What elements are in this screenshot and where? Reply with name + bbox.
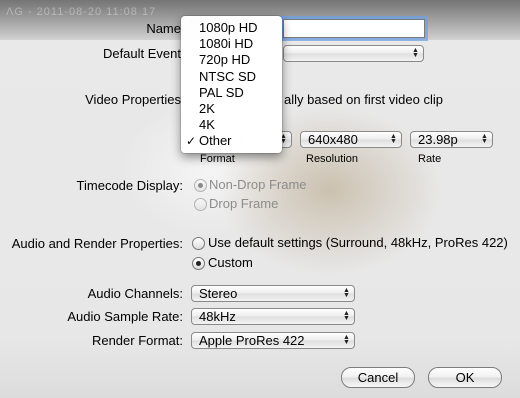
render-format-popup[interactable]: Apple ProRes 422 ▲ ▼ [191,332,355,349]
menu-item-label: 720p HD [199,52,251,68]
resolution-value: 640x480 [308,132,358,147]
resolution-caption: Resolution [306,153,358,165]
cancel-button[interactable]: Cancel [341,367,415,388]
audio-sample-rate-value: 48kHz [199,309,236,324]
chevron-updown-icon: ▲ ▼ [390,133,397,145]
video-properties-label: Video Properties [85,92,181,107]
menu-item-1080p-hd[interactable]: 1080p HD [181,20,282,36]
name-field[interactable] [283,19,425,38]
menu-item-other[interactable]: ✓ Other [181,133,282,149]
menu-item-4k[interactable]: 4K [181,117,282,133]
name-label: Name [146,21,181,36]
audio-render-properties-label: Audio and Render Properties: [11,236,183,251]
custom-label: Custom [208,255,253,270]
menu-item-label: 2K [199,100,215,116]
menu-item-2k[interactable]: 2K [181,101,282,117]
render-format-label: Render Format: [91,333,183,348]
menu-item-ntsc-sd[interactable]: NTSC SD [181,69,282,85]
chevron-updown-icon: ▲ ▼ [481,133,488,145]
menu-item-label: Other [199,133,232,149]
default-event-label: Default Event [102,46,181,61]
drop-frame-label: Drop Frame [209,196,279,211]
format-menu: 1080p HD 1080i HD 720p HD NTSC SD PAL SD… [181,16,282,153]
rate-value: 23.98p [418,132,458,147]
chevron-updown-icon: ▲ ▼ [412,47,419,59]
default-event-popup[interactable]: ▲ ▼ [283,45,424,62]
background-window-title: ɅG - 2011-08-20 11:08 17 [6,6,157,18]
audio-channels-popup[interactable]: Stereo ▲ ▼ [191,285,355,302]
timecode-display-label: Timecode Display: [76,178,183,193]
menu-item-720p-hd[interactable]: 720p HD [181,52,282,68]
use-default-settings-radio[interactable] [192,237,205,250]
rate-caption: Rate [418,153,442,165]
ok-button[interactable]: OK [428,367,502,388]
custom-radio[interactable] [192,257,205,270]
menu-item-pal-sd[interactable]: PAL SD [181,85,282,101]
menu-item-label: 4K [199,117,215,133]
chevron-updown-icon: ▲ ▼ [343,310,350,322]
non-drop-frame-label: Non-Drop Frame [209,177,307,192]
menu-item-label: PAL SD [199,84,244,100]
rate-popup[interactable]: 23.98p ▲ ▼ [410,131,493,148]
checkmark-icon: ✓ [186,134,197,149]
chevron-updown-icon: ▲ ▼ [343,334,350,346]
audio-sample-rate-label: Audio Sample Rate: [67,309,183,324]
audio-sample-rate-popup[interactable]: 48kHz ▲ ▼ [191,308,355,325]
menu-item-label: 1080p HD [199,20,258,35]
use-default-settings-label: Use default settings (Surround, 48kHz, P… [208,235,508,250]
chevron-updown-icon: ▲ ▼ [343,287,350,299]
new-project-sheet: ɅG - 2011-08-20 11:08 17 Name Default Ev… [0,0,520,398]
audio-channels-label: Audio Channels: [87,286,183,301]
drop-frame-radio[interactable] [194,198,207,211]
render-format-value: Apple ProRes 422 [199,333,305,348]
menu-item-1080i-hd[interactable]: 1080i HD [181,36,282,52]
resolution-popup[interactable]: 640x480 ▲ ▼ [300,131,402,148]
format-caption: Format [200,153,235,165]
menu-item-label: NTSC SD [199,68,257,84]
menu-item-label: 1080i HD [199,36,254,52]
video-properties-hint: ally based on first video clip [284,92,443,107]
audio-channels-value: Stereo [199,286,238,301]
non-drop-frame-radio[interactable] [194,179,207,192]
